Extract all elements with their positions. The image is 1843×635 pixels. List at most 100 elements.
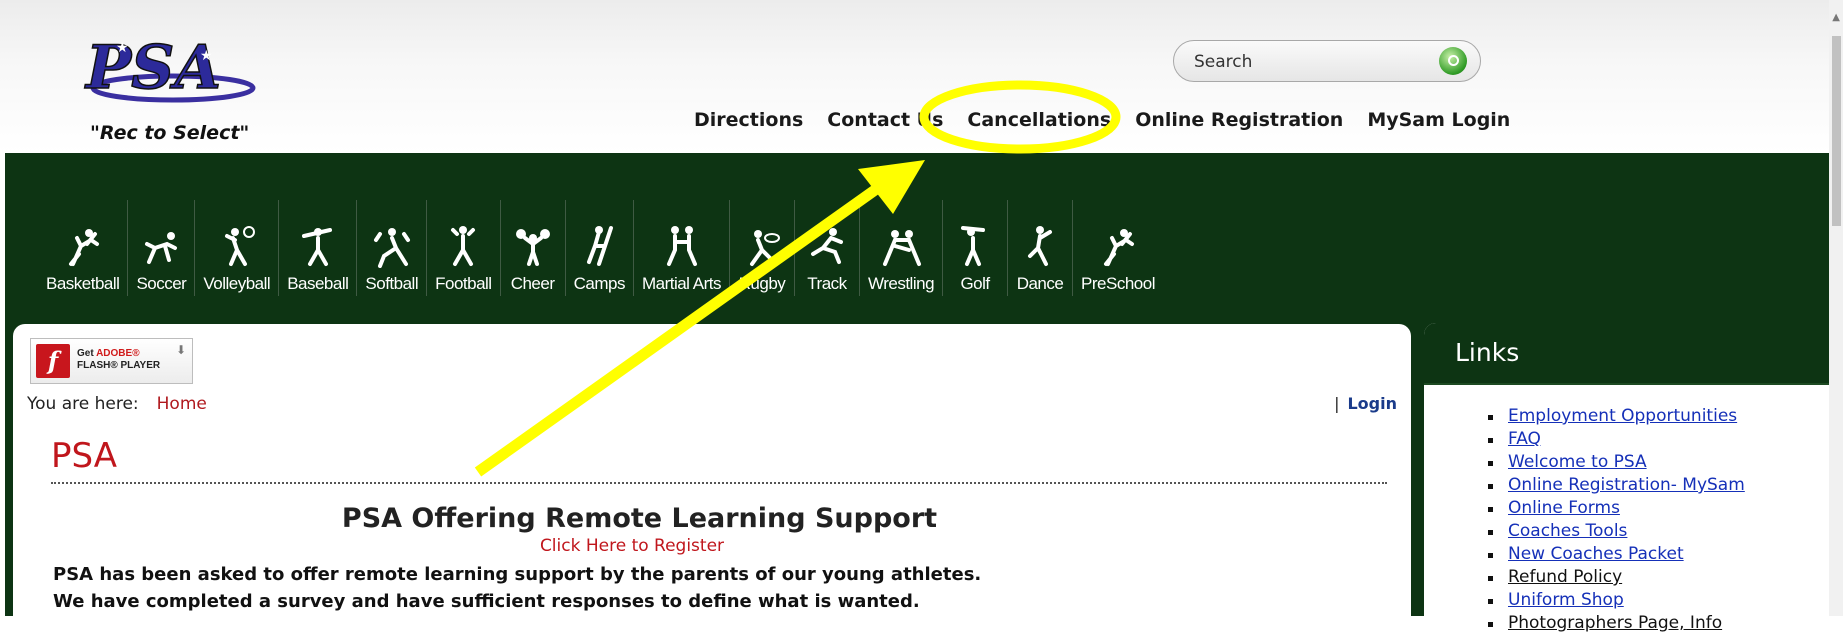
breadcrumb-home[interactable]: Home xyxy=(157,394,207,414)
sport-label: Track xyxy=(807,274,847,293)
list-item: Online Forms xyxy=(1488,497,1843,520)
preschool-icon xyxy=(1104,229,1134,266)
sport-label: PreSchool xyxy=(1081,274,1155,293)
main-content: f Get ADOBE® FLASH® PLAYER ⬇ You are her… xyxy=(13,324,1411,624)
sport-label: Volleyball xyxy=(203,274,271,293)
sport-label: Wrestling xyxy=(867,274,935,293)
sidebar-link[interactable]: Online Forms xyxy=(1508,498,1620,518)
sidebar-link[interactable]: Welcome to PSA xyxy=(1508,452,1647,472)
svg-text:PSA: PSA xyxy=(84,33,221,103)
baseball-icon xyxy=(301,228,332,266)
scroll-up-icon[interactable]: ▲ xyxy=(1832,12,1840,23)
list-item: Refund Policy xyxy=(1488,566,1843,589)
sport-football[interactable]: Football xyxy=(426,200,499,296)
flash-icon: f xyxy=(36,344,70,378)
sidebar-link[interactable]: Photographers Page, Info xyxy=(1508,613,1722,633)
get-flash-player-badge[interactable]: f Get ADOBE® FLASH® PLAYER ⬇ xyxy=(30,338,193,384)
sport-dance[interactable]: Dance xyxy=(1007,200,1072,296)
download-arrow-icon: ⬇ xyxy=(175,343,186,357)
sidebar-link[interactable]: Online Registration- MySam xyxy=(1508,475,1745,495)
sidebar-link[interactable]: Employment Opportunities xyxy=(1508,406,1737,426)
list-item: Employment Opportunities xyxy=(1488,405,1843,428)
basketball-icon xyxy=(68,229,99,266)
sport-baseball[interactable]: Baseball xyxy=(278,200,356,296)
sport-label: Soccer xyxy=(136,274,187,293)
links-sidebar: Links Employment Opportunities FAQ Welcome… xyxy=(1424,323,1843,633)
track-icon xyxy=(810,228,843,264)
sidebar-title: Links xyxy=(1424,323,1843,385)
sport-soccer[interactable]: Soccer xyxy=(127,200,194,296)
tagline: "Rec to Select" xyxy=(90,122,250,144)
sport-martial-arts[interactable]: Martial Arts xyxy=(632,200,729,296)
list-item: Coaches Tools xyxy=(1488,520,1843,543)
sport-wrestling[interactable]: Wrestling xyxy=(858,200,942,296)
login-area: | Login xyxy=(1334,394,1397,413)
softball-icon xyxy=(373,228,410,268)
soccer-icon xyxy=(145,232,178,264)
login-link[interactable]: Login xyxy=(1347,394,1397,413)
volleyball-icon xyxy=(224,226,255,266)
sport-volleyball[interactable]: Volleyball xyxy=(194,200,278,296)
sidebar-link[interactable]: New Coaches Packet xyxy=(1508,544,1684,564)
article-title: PSA Offering Remote Learning Support xyxy=(341,503,938,534)
sport-softball[interactable]: Softball xyxy=(356,200,426,296)
breadcrumb: You are here: Home xyxy=(27,394,207,414)
sidebar-link[interactable]: FAQ xyxy=(1508,429,1541,449)
football-icon xyxy=(451,226,476,266)
register-link[interactable]: Click Here to Register xyxy=(13,536,1411,556)
scrollbar[interactable]: ▲ xyxy=(1829,0,1843,616)
top-nav: Directions Contact Us Cancellations Onli… xyxy=(694,109,1510,131)
camps-icon xyxy=(587,226,614,266)
list-item: FAQ xyxy=(1488,428,1843,451)
divider xyxy=(51,482,1387,484)
sidebar-links: Employment Opportunities FAQ Welcome to PS… xyxy=(1424,405,1843,635)
list-item: New Coaches Packet xyxy=(1488,543,1843,566)
svg-text:★: ★ xyxy=(200,48,213,64)
search-box[interactable]: Search xyxy=(1173,40,1481,82)
sidebar-link[interactable]: Uniform Shop xyxy=(1508,590,1624,610)
svg-text:★: ★ xyxy=(116,40,129,56)
sports-menu: Basketball Soccer Volleyball Baseball Softba… xyxy=(38,200,1163,296)
cheer-icon xyxy=(515,229,550,266)
sport-label: Softball xyxy=(365,274,419,293)
list-item: Online Registration- MySam xyxy=(1488,474,1843,497)
nav-cancellations[interactable]: Cancellations xyxy=(967,109,1111,131)
sidebar-link[interactable]: Refund Policy xyxy=(1508,567,1622,587)
sport-label: Rugby xyxy=(738,274,786,293)
nav-contact-us[interactable]: Contact Us xyxy=(827,109,943,131)
wrestling-icon xyxy=(883,230,921,266)
nav-directions[interactable]: Directions xyxy=(694,109,803,131)
nav-online-registration[interactable]: Online Registration xyxy=(1135,109,1343,131)
sport-label: Camps xyxy=(573,274,626,293)
list-item: Photographers Page, Info xyxy=(1488,612,1843,635)
scroll-thumb[interactable] xyxy=(1832,36,1841,226)
sport-preschool[interactable]: PreSchool xyxy=(1072,200,1163,296)
sport-camps[interactable]: Camps xyxy=(564,200,633,296)
sport-label: Football xyxy=(435,274,492,293)
search-input[interactable]: Search xyxy=(1194,52,1252,72)
sport-label: Cheer xyxy=(510,274,555,293)
page-title: PSA xyxy=(51,436,117,476)
list-item: Welcome to PSA xyxy=(1488,451,1843,474)
sport-label: Martial Arts xyxy=(641,274,722,293)
sport-label: Golf xyxy=(960,274,990,293)
golf-icon xyxy=(961,226,986,266)
article-paragraph: We have completed a survey and have suff… xyxy=(53,591,920,612)
sport-golf[interactable]: Golf xyxy=(942,200,1007,296)
sidebar-link[interactable]: Coaches Tools xyxy=(1508,521,1627,541)
rugby-icon xyxy=(749,230,780,266)
sport-cheer[interactable]: Cheer xyxy=(499,200,565,296)
nav-mysam-login[interactable]: MySam Login xyxy=(1367,109,1510,131)
sport-track[interactable]: Track xyxy=(793,200,859,296)
sport-label: Basketball xyxy=(46,274,120,293)
sport-basketball[interactable]: Basketball xyxy=(38,200,127,296)
search-icon[interactable] xyxy=(1439,47,1467,75)
psa-logo[interactable]: PSA ★ ★ xyxy=(78,30,258,108)
site-header: PSA ★ ★ "Rec to Select" Search Direction… xyxy=(0,0,1843,153)
list-item: Uniform Shop xyxy=(1488,589,1843,612)
sport-rugby[interactable]: Rugby xyxy=(728,200,794,296)
sport-label: Dance xyxy=(1016,274,1064,293)
article-paragraph: PSA has been asked to offer remote learn… xyxy=(53,564,982,585)
sport-label: Baseball xyxy=(287,274,349,293)
martial-arts-icon xyxy=(667,226,698,266)
